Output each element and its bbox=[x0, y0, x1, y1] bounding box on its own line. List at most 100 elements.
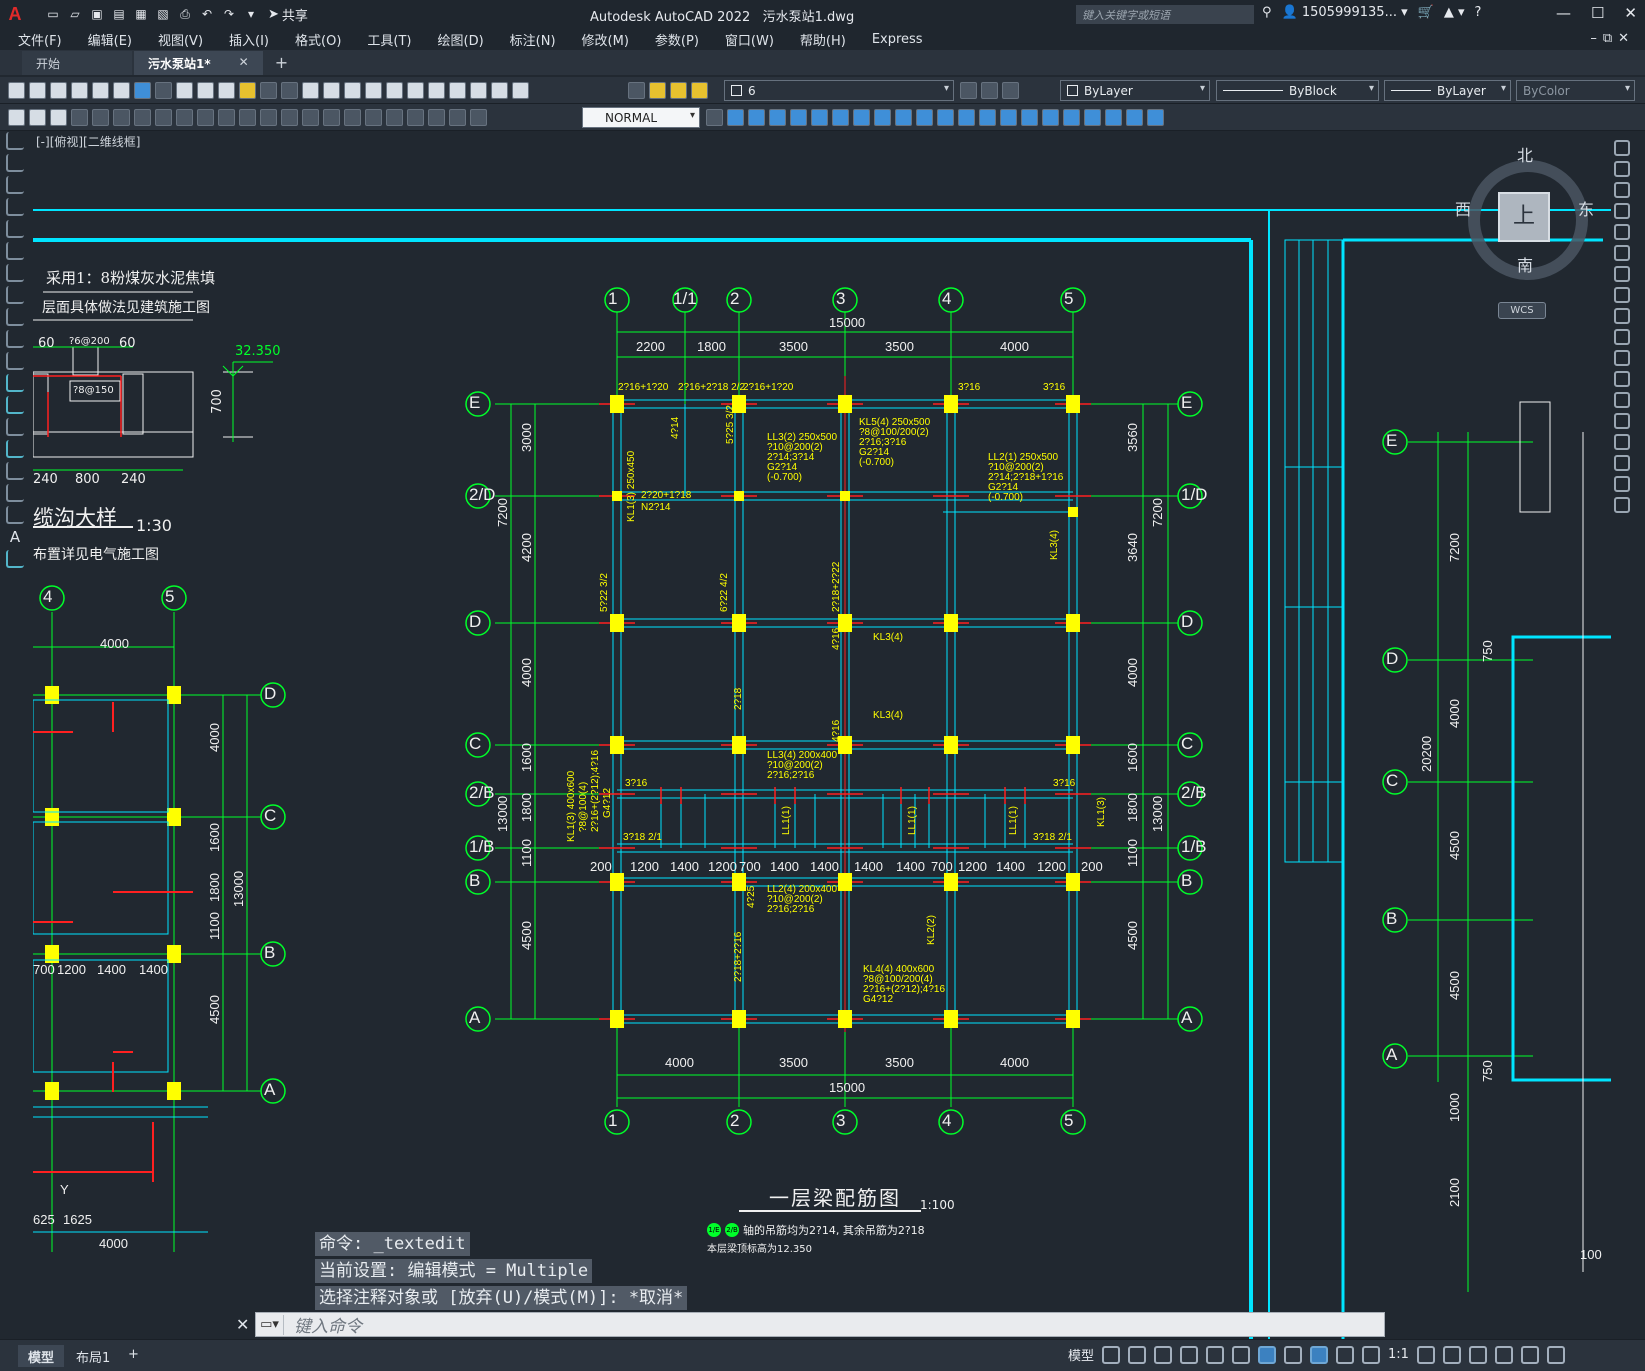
snap-icon[interactable] bbox=[1128, 1345, 1147, 1364]
document-window-controls[interactable]: –⧉✕ bbox=[1590, 31, 1635, 46]
design-center-icon[interactable] bbox=[407, 82, 424, 99]
baseline-icon[interactable] bbox=[260, 109, 277, 126]
plotstyle-dropdown[interactable]: ByColor ▾ bbox=[1516, 80, 1635, 101]
undo-icon[interactable] bbox=[260, 82, 277, 99]
command-close-icon[interactable]: ✕ bbox=[236, 1315, 249, 1334]
compass-south[interactable]: 南 bbox=[1517, 252, 1533, 276]
menu-dimension[interactable]: 标注(N) bbox=[510, 30, 556, 49]
new-tab-button[interactable]: + bbox=[265, 53, 298, 75]
qnew-icon[interactable] bbox=[8, 82, 25, 99]
layer-previous-icon[interactable] bbox=[981, 82, 998, 99]
cart-icon[interactable]: 🛒 bbox=[1418, 5, 1434, 20]
menu-express[interactable]: Express bbox=[872, 32, 923, 47]
light-bulb-icon[interactable] bbox=[649, 82, 666, 99]
join-tool-icon[interactable] bbox=[1614, 413, 1630, 429]
drawing-canvas[interactable]: [-][俯视][二维线框] 1 1/1 2 3 4 5 1 2 3 4 5 E … bbox=[33, 132, 1611, 1339]
redo-icon[interactable]: ↷ bbox=[220, 5, 238, 23]
object-snap-tracking-icon[interactable] bbox=[1232, 1345, 1251, 1364]
menu-format[interactable]: 格式(O) bbox=[295, 30, 341, 49]
menu-tools[interactable]: 工具(T) bbox=[367, 30, 411, 49]
maximize-icon[interactable]: ☐ bbox=[1591, 4, 1604, 22]
lineweight-icon[interactable] bbox=[1284, 1345, 1303, 1364]
dimension-update-icon[interactable] bbox=[470, 109, 487, 126]
units-icon[interactable] bbox=[1468, 1345, 1487, 1364]
arc-icon[interactable] bbox=[6, 242, 24, 260]
compass-west[interactable]: 西 bbox=[1455, 196, 1471, 220]
jogged-icon[interactable] bbox=[176, 109, 193, 126]
open-web-icon[interactable]: ▦ bbox=[132, 5, 150, 23]
quick-dimension-icon[interactable] bbox=[239, 109, 256, 126]
region-draw-icon[interactable] bbox=[6, 484, 24, 502]
stretch-tool-icon[interactable] bbox=[1614, 308, 1630, 324]
ortho-icon[interactable] bbox=[1154, 1345, 1173, 1364]
new-file-icon[interactable]: ▭ bbox=[44, 5, 62, 23]
annotation-monitor-icon[interactable] bbox=[1442, 1345, 1461, 1364]
spline-icon[interactable] bbox=[6, 308, 24, 326]
rectangle-icon[interactable] bbox=[6, 220, 24, 238]
close-icon[interactable]: ✕ bbox=[1624, 4, 1637, 22]
dimension-space-icon[interactable] bbox=[302, 109, 319, 126]
layout-tab-model[interactable]: 模型 bbox=[18, 1345, 65, 1367]
insert-block-icon[interactable] bbox=[6, 374, 24, 392]
add-selected-icon[interactable] bbox=[6, 550, 24, 568]
scale-icon[interactable] bbox=[874, 109, 891, 126]
hatch-icon[interactable] bbox=[6, 440, 24, 458]
hide-objects-icon[interactable] bbox=[1126, 109, 1143, 126]
linetype-dropdown[interactable]: ByBlock ▾ bbox=[1216, 80, 1379, 101]
region-icon[interactable] bbox=[29, 109, 46, 126]
make-block-icon[interactable] bbox=[6, 396, 24, 414]
arc-length-icon[interactable] bbox=[113, 109, 130, 126]
open-file-icon[interactable]: ▱ bbox=[66, 5, 84, 23]
copy-icon[interactable] bbox=[176, 82, 193, 99]
tolerance-icon[interactable] bbox=[344, 109, 361, 126]
blend-tool-icon[interactable] bbox=[1614, 476, 1630, 492]
save-web-icon[interactable]: ▧ bbox=[154, 5, 172, 23]
lineweight-dropdown[interactable]: ByLayer ▾ bbox=[1384, 80, 1511, 101]
save-icon[interactable] bbox=[50, 82, 67, 99]
chamfer-icon[interactable] bbox=[1000, 109, 1017, 126]
group-icon[interactable] bbox=[1063, 109, 1080, 126]
layout-tab-add[interactable]: + bbox=[118, 1345, 149, 1367]
viewcube[interactable]: 上 北 南 东 西 WCS bbox=[1433, 140, 1603, 319]
ellipse-icon[interactable] bbox=[6, 330, 24, 348]
object-snap-icon[interactable] bbox=[1258, 1345, 1277, 1364]
ungroup-icon[interactable] bbox=[1084, 109, 1101, 126]
tab-drawing[interactable]: 污水泵站1* ✕ bbox=[134, 51, 263, 75]
3d-dwf-icon[interactable] bbox=[134, 82, 151, 99]
minimize-icon[interactable]: — bbox=[1556, 4, 1571, 22]
fillet-tool-icon[interactable] bbox=[1614, 455, 1630, 471]
mirror-icon[interactable] bbox=[769, 109, 786, 126]
draw-order-icon[interactable] bbox=[1105, 109, 1122, 126]
quickcalc-icon[interactable] bbox=[491, 82, 508, 99]
continue-icon[interactable] bbox=[281, 109, 298, 126]
dimension-break-icon[interactable] bbox=[323, 109, 340, 126]
command-line[interactable]: ✕ ▭▾ 键入命令 bbox=[236, 1312, 1385, 1337]
radius-icon[interactable] bbox=[155, 109, 172, 126]
annotation-scale-icon[interactable] bbox=[1362, 1345, 1381, 1364]
user-account[interactable]: 👤 1505999135... ▾ bbox=[1282, 5, 1408, 20]
help-icon[interactable]: ? bbox=[1474, 5, 1481, 20]
polyline-icon[interactable] bbox=[6, 176, 24, 194]
aligned-dimension-icon[interactable] bbox=[92, 109, 109, 126]
clean-screen-icon[interactable] bbox=[1520, 1345, 1539, 1364]
tab-start[interactable]: 开始 bbox=[22, 51, 132, 75]
extend-icon[interactable] bbox=[937, 109, 954, 126]
isodraft-icon[interactable] bbox=[1206, 1345, 1225, 1364]
sheet-set-icon[interactable] bbox=[449, 82, 466, 99]
break-tool-icon[interactable] bbox=[1614, 392, 1630, 408]
open-icon[interactable] bbox=[29, 82, 46, 99]
ellipse-arc-icon[interactable] bbox=[6, 352, 24, 370]
menu-view[interactable]: 视图(V) bbox=[158, 30, 203, 49]
command-input[interactable]: 键入命令 bbox=[294, 1312, 362, 1337]
center-mark-icon[interactable] bbox=[365, 109, 382, 126]
chamfer-tool-icon[interactable] bbox=[1614, 434, 1630, 450]
plot-icon[interactable]: ⎙ bbox=[176, 5, 194, 23]
undo-icon[interactable]: ↶ bbox=[198, 5, 216, 23]
stretch-icon[interactable] bbox=[895, 109, 912, 126]
save-as-icon[interactable]: ▤ bbox=[110, 5, 128, 23]
move-tool-icon[interactable] bbox=[1614, 245, 1630, 261]
save-icon[interactable]: ▣ bbox=[88, 5, 106, 23]
angular-icon[interactable] bbox=[218, 109, 235, 126]
markup-icon[interactable] bbox=[470, 82, 487, 99]
dimension-text-edit-icon[interactable] bbox=[449, 109, 466, 126]
